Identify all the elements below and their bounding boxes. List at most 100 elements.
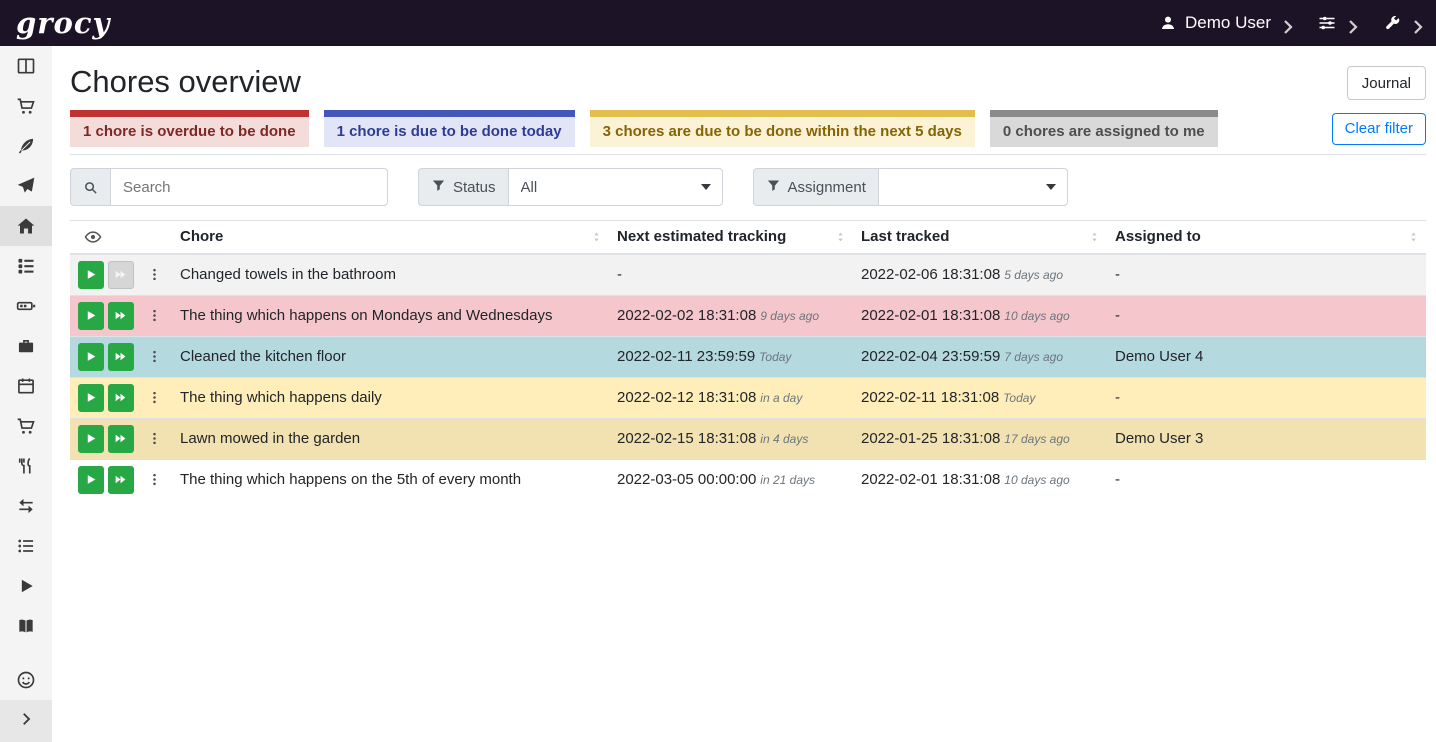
skip-chore-button[interactable] [108,466,134,494]
chore-name-cell: Changed towels in the bathroom [172,254,609,296]
journal-button[interactable]: Journal [1347,66,1426,100]
next-tracking-cell: 2022-02-12 18:31:08in a day [609,377,853,418]
page-title: Chores overview [70,64,301,100]
track-chore-button[interactable] [78,384,104,412]
status-banners: 1 chore is overdue to be done 1 chore is… [70,110,1426,155]
admin-menu[interactable] [1383,14,1420,32]
skip-chore-button[interactable] [108,384,134,412]
row-menu-button[interactable] [146,261,164,289]
skip-chore-button[interactable] [108,343,134,371]
last-tracked-cell: 2022-02-06 18:31:085 days ago [853,254,1107,296]
settings-menu[interactable] [1318,14,1355,32]
sidebar-item-chore-tracking[interactable] [0,566,52,606]
fast-forward-icon [114,391,127,404]
assigned-to-cell: Demo User 4 [1107,336,1426,377]
user-name: Demo User [1185,13,1271,33]
sidebar-item-chores-overview[interactable] [0,206,52,246]
ellipsis-vertical-icon [147,390,162,405]
clear-filter-button[interactable]: Clear filter [1332,113,1426,145]
calendar-icon [16,376,36,396]
assignment-label-text: Assignment [788,179,866,196]
last-tracked-cell: 2022-02-04 23:59:597 days ago [853,336,1107,377]
ellipsis-vertical-icon [147,308,162,323]
sidebar-item-tasks[interactable] [0,246,52,286]
sidebar-item-inventory[interactable] [0,526,52,566]
sidebar-item-calendar[interactable] [0,366,52,406]
sidebar-item-equipment[interactable] [0,326,52,366]
chevron-right-icon [1344,18,1355,29]
banner-due-today[interactable]: 1 chore is due to be done today [324,110,575,147]
skip-chore-button[interactable] [108,302,134,330]
columns-icon [16,56,36,76]
table-row: The thing which happens on the 5th of ev… [70,459,1426,500]
cart-plus-icon [16,416,36,436]
book-icon [16,616,36,636]
main-content: Chores overview Journal 1 chore is overd… [52,0,1436,500]
sidebar-expand-toggle[interactable] [0,700,52,742]
column-header-next-tracking[interactable]: Next estimated tracking [609,221,853,254]
search-group [70,168,388,206]
sidebar-item-transfer[interactable] [0,486,52,526]
track-chore-button[interactable] [78,302,104,330]
track-chore-button[interactable] [78,261,104,289]
eye-icon [84,228,102,246]
column-header-last-tracked[interactable]: Last tracked [853,221,1107,254]
sidebar-item-batteries[interactable] [0,286,52,326]
track-chore-button[interactable] [78,425,104,453]
next-tracking-cell: 2022-03-05 00:00:00in 21 days [609,459,853,500]
grocy-logo[interactable]: grocy [16,9,110,38]
status-select[interactable]: All [508,168,723,206]
sliders-icon [1318,14,1336,32]
column-header-chore[interactable]: Chore [172,221,609,254]
sidebar-item-battery-tracking[interactable] [0,606,52,646]
chores-table: Chore Next estimated tracking Last track… [70,220,1426,500]
banner-assigned-to-me[interactable]: 0 chores are assigned to me [990,110,1218,147]
search-input[interactable] [110,168,388,206]
row-menu-button[interactable] [146,343,164,371]
skip-chore-button [108,261,134,289]
row-menu-button[interactable] [146,302,164,330]
play-icon [84,268,97,281]
play-icon [84,473,97,486]
sidebar-item-recipes[interactable] [0,126,52,166]
ellipsis-vertical-icon [147,267,162,282]
assigned-to-cell: - [1107,254,1426,296]
battery-icon [16,296,36,316]
column-header-last-text: Last tracked [861,228,949,245]
row-menu-button[interactable] [146,425,164,453]
banner-due-soon[interactable]: 3 chores are due to be done within the n… [590,110,975,147]
table-row: Changed towels in the bathroom - 2022-02… [70,254,1426,296]
status-label-text: Status [453,179,496,196]
play-icon [84,309,97,322]
wrench-icon [1383,14,1401,32]
feather-icon [16,136,36,156]
home-icon [16,216,36,236]
skip-chore-button[interactable] [108,425,134,453]
next-tracking-cell: 2022-02-11 23:59:59Today [609,336,853,377]
row-menu-button[interactable] [146,466,164,494]
ellipsis-vertical-icon [147,431,162,446]
track-chore-button[interactable] [78,466,104,494]
row-menu-button[interactable] [146,384,164,412]
last-tracked-cell: 2022-02-11 18:31:08Today [853,377,1107,418]
sidebar-item-meal-plan[interactable] [0,166,52,206]
assigned-to-cell: - [1107,459,1426,500]
sidebar-item-consume[interactable] [0,446,52,486]
assigned-to-cell: - [1107,377,1426,418]
exchange-icon [16,496,36,516]
assignment-select[interactable] [878,168,1068,206]
fast-forward-icon [114,268,127,281]
banner-assigned-text: 0 chores are assigned to me [1003,123,1205,140]
sidebar-item-shopping-list[interactable] [0,86,52,126]
filter-row: Status All Assignment [70,155,1426,214]
sidebar-item-purchase[interactable] [0,406,52,446]
user-menu[interactable]: Demo User [1159,13,1290,33]
sidebar-item-user-settings[interactable] [0,660,52,700]
column-header-assigned-to[interactable]: Assigned to [1107,221,1426,254]
status-select-wrap: All [508,168,723,206]
next-tracking-cell: - [609,254,853,296]
banner-overdue[interactable]: 1 chore is overdue to be done [70,110,309,147]
sidebar [0,46,52,742]
sidebar-item-stock-overview[interactable] [0,46,52,86]
track-chore-button[interactable] [78,343,104,371]
